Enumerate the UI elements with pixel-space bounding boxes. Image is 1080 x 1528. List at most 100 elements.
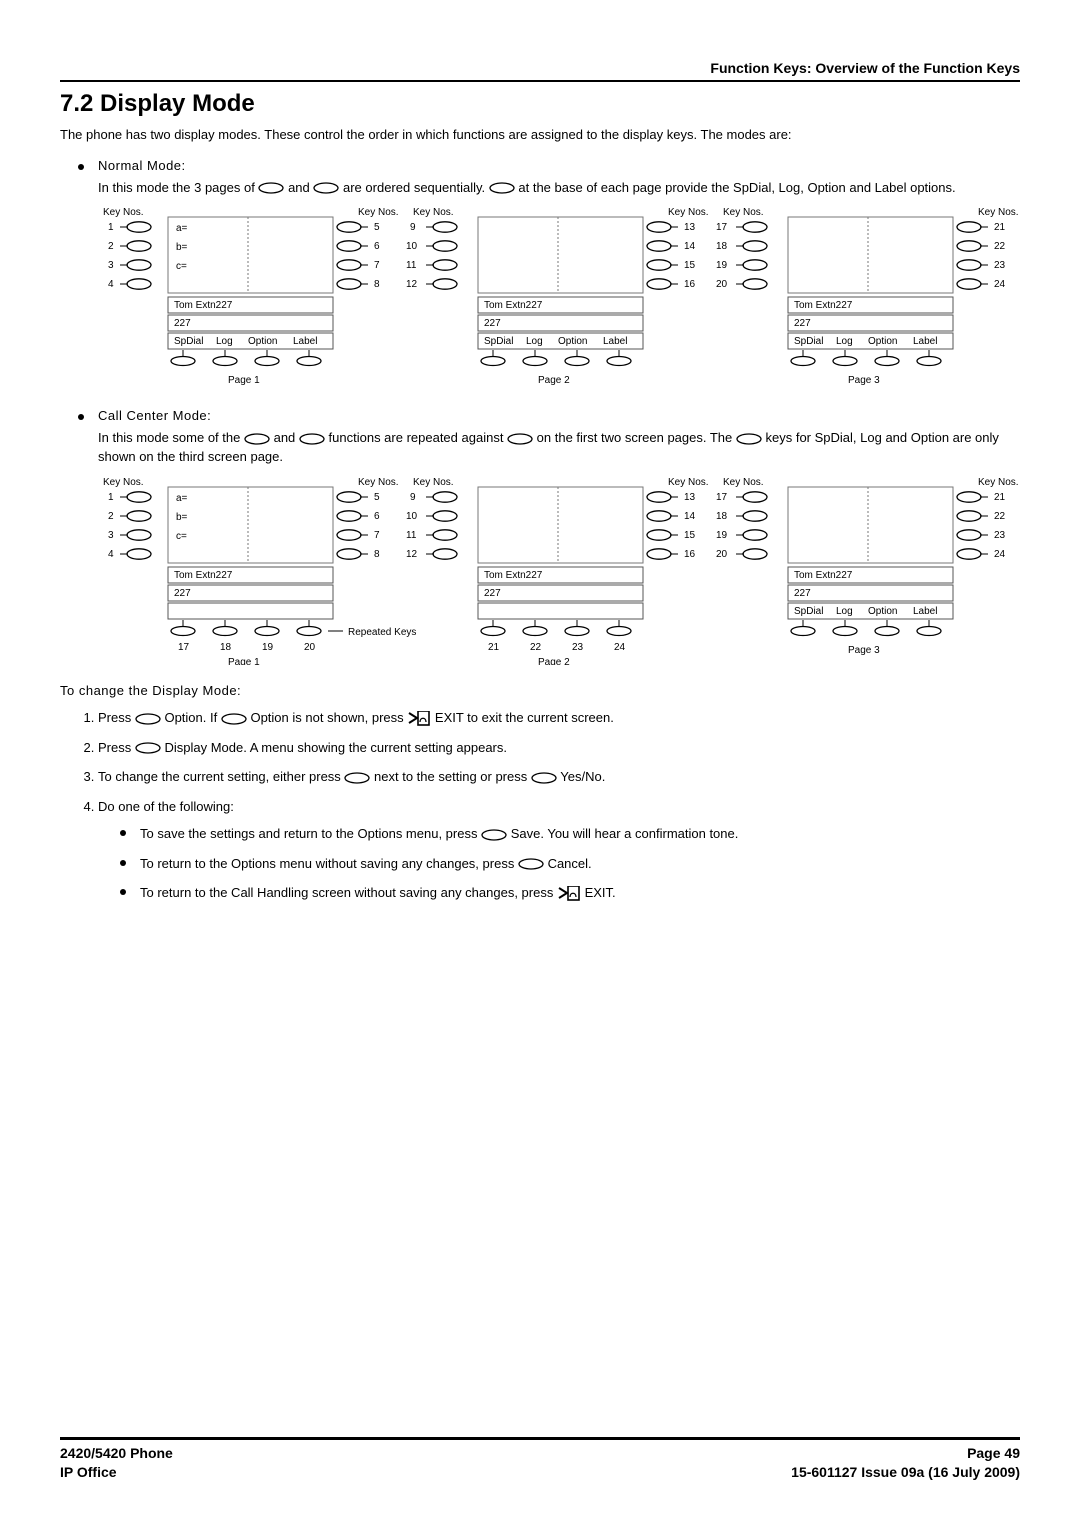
- text: at the base of each page provide the SpD…: [518, 180, 955, 195]
- svg-text:Log: Log: [526, 336, 543, 347]
- svg-text:8: 8: [374, 549, 380, 560]
- softkey-right-icon: [244, 433, 270, 445]
- steps-list: Press Option. If Option is not shown, pr…: [98, 708, 1020, 903]
- label: Key Nos.: [103, 207, 144, 218]
- svg-text:227: 227: [174, 588, 191, 599]
- svg-text:9: 9: [410, 222, 416, 233]
- softkey-right-icon: [135, 742, 161, 754]
- footer-issue: 15-601127 Issue 09a (16 July 2009): [791, 1463, 1020, 1482]
- svg-text:15: 15: [684, 530, 696, 541]
- text: Display Mode. A menu showing the current…: [164, 740, 507, 755]
- text: Option. If: [164, 710, 220, 725]
- svg-text:Option: Option: [868, 336, 897, 347]
- svg-text:7: 7: [374, 530, 380, 541]
- svg-text:Page 1: Page 1: [228, 657, 260, 665]
- svg-text:227: 227: [794, 318, 811, 329]
- svg-text:17: 17: [716, 222, 728, 233]
- label: Key Nos.: [358, 207, 399, 218]
- svg-text:SpDial: SpDial: [174, 336, 203, 347]
- exit-icon: [407, 711, 431, 727]
- svg-text:SpDial: SpDial: [484, 336, 513, 347]
- text: In this mode some of the: [98, 430, 244, 445]
- svg-text:10: 10: [406, 241, 418, 252]
- svg-text:Log: Log: [216, 336, 233, 347]
- svg-text:16: 16: [684, 279, 696, 290]
- svg-text:17: 17: [716, 492, 728, 503]
- svg-text:Key Nos.: Key Nos.: [358, 477, 399, 488]
- text: on the first two screen pages. The: [537, 430, 736, 445]
- svg-text:a=: a=: [176, 223, 188, 234]
- softkey-left-icon: [299, 433, 325, 445]
- text: and: [288, 180, 313, 195]
- svg-text:Tom Extn227: Tom Extn227: [174, 300, 233, 311]
- normal-mode-heading: Normal Mode:: [98, 158, 186, 173]
- svg-text:19: 19: [716, 260, 728, 271]
- svg-text:11: 11: [406, 530, 417, 541]
- svg-text:Label: Label: [913, 606, 937, 617]
- svg-text:20: 20: [304, 642, 316, 653]
- svg-text:2: 2: [108, 241, 114, 252]
- svg-text:Key Nos.: Key Nos.: [723, 207, 764, 218]
- svg-text:Log: Log: [836, 336, 853, 347]
- svg-text:21: 21: [994, 492, 1006, 503]
- softkey-flat-icon: [507, 433, 533, 445]
- bullet-icon: [78, 164, 84, 170]
- call-center-mode-heading: Call Center Mode:: [98, 408, 211, 423]
- svg-text:Key Nos.: Key Nos.: [978, 477, 1018, 488]
- svg-text:Page 1: Page 1: [228, 375, 260, 386]
- text: Yes/No.: [560, 769, 605, 784]
- svg-text:Key Nos.: Key Nos.: [668, 207, 709, 218]
- svg-text:19: 19: [262, 642, 274, 653]
- svg-text:7: 7: [374, 260, 380, 271]
- svg-text:24: 24: [614, 642, 626, 653]
- text: Press: [98, 740, 135, 755]
- text: Cancel.: [548, 856, 592, 871]
- step-4-exit: To return to the Call Handling screen wi…: [120, 883, 1020, 903]
- text: To return to the Options menu without sa…: [140, 856, 518, 871]
- svg-text:21: 21: [994, 222, 1006, 233]
- svg-text:22: 22: [530, 642, 542, 653]
- svg-text:23: 23: [994, 530, 1006, 541]
- svg-text:1: 1: [108, 492, 114, 503]
- svg-text:Option: Option: [868, 606, 897, 617]
- svg-text:23: 23: [572, 642, 584, 653]
- svg-text:Tom Extn227: Tom Extn227: [484, 300, 543, 311]
- svg-text:c=: c=: [176, 531, 187, 542]
- svg-text:4: 4: [108, 279, 114, 290]
- svg-text:Key Nos.: Key Nos.: [103, 477, 144, 488]
- svg-text:3: 3: [108, 530, 114, 541]
- softkey-flat-icon: [135, 713, 161, 725]
- svg-text:Key Nos.: Key Nos.: [978, 207, 1018, 218]
- softkey-right-icon: [258, 182, 284, 194]
- svg-text:22: 22: [994, 511, 1006, 522]
- page-footer: 2420/5420 Phone IP Office Page 49 15-601…: [60, 1437, 1020, 1482]
- step-4-save: To save the settings and return to the O…: [120, 824, 1020, 844]
- text: In this mode the 3 pages of: [98, 180, 258, 195]
- svg-text:16: 16: [684, 549, 696, 560]
- page-header-breadcrumb: Function Keys: Overview of the Function …: [60, 60, 1020, 82]
- text: To return to the Call Handling screen wi…: [140, 885, 557, 900]
- call-center-mode-desc: In this mode some of the and functions a…: [98, 429, 1020, 467]
- svg-text:14: 14: [684, 511, 696, 522]
- svg-text:Repeated Keys: Repeated Keys: [348, 627, 416, 638]
- svg-text:3: 3: [108, 260, 114, 271]
- text: next to the setting or press: [374, 769, 531, 784]
- intro-text: The phone has two display modes. These c…: [60, 126, 1020, 144]
- svg-text:15: 15: [684, 260, 696, 271]
- svg-text:Key Nos.: Key Nos.: [413, 207, 454, 218]
- svg-text:21: 21: [488, 642, 500, 653]
- text: EXIT.: [585, 885, 616, 900]
- svg-text:18: 18: [716, 241, 728, 252]
- bullet-icon: [78, 414, 84, 420]
- svg-text:Option: Option: [248, 336, 277, 347]
- svg-text:9: 9: [410, 492, 416, 503]
- svg-text:Tom Extn227: Tom Extn227: [484, 570, 543, 581]
- svg-text:8: 8: [374, 279, 380, 290]
- svg-text:Log: Log: [836, 606, 853, 617]
- footer-page-number: Page 49: [791, 1444, 1020, 1463]
- text: EXIT to exit the current screen.: [435, 710, 614, 725]
- svg-text:17: 17: [178, 642, 190, 653]
- svg-text:24: 24: [994, 549, 1006, 560]
- bullet-icon: [120, 889, 126, 895]
- svg-text:SpDial: SpDial: [794, 336, 823, 347]
